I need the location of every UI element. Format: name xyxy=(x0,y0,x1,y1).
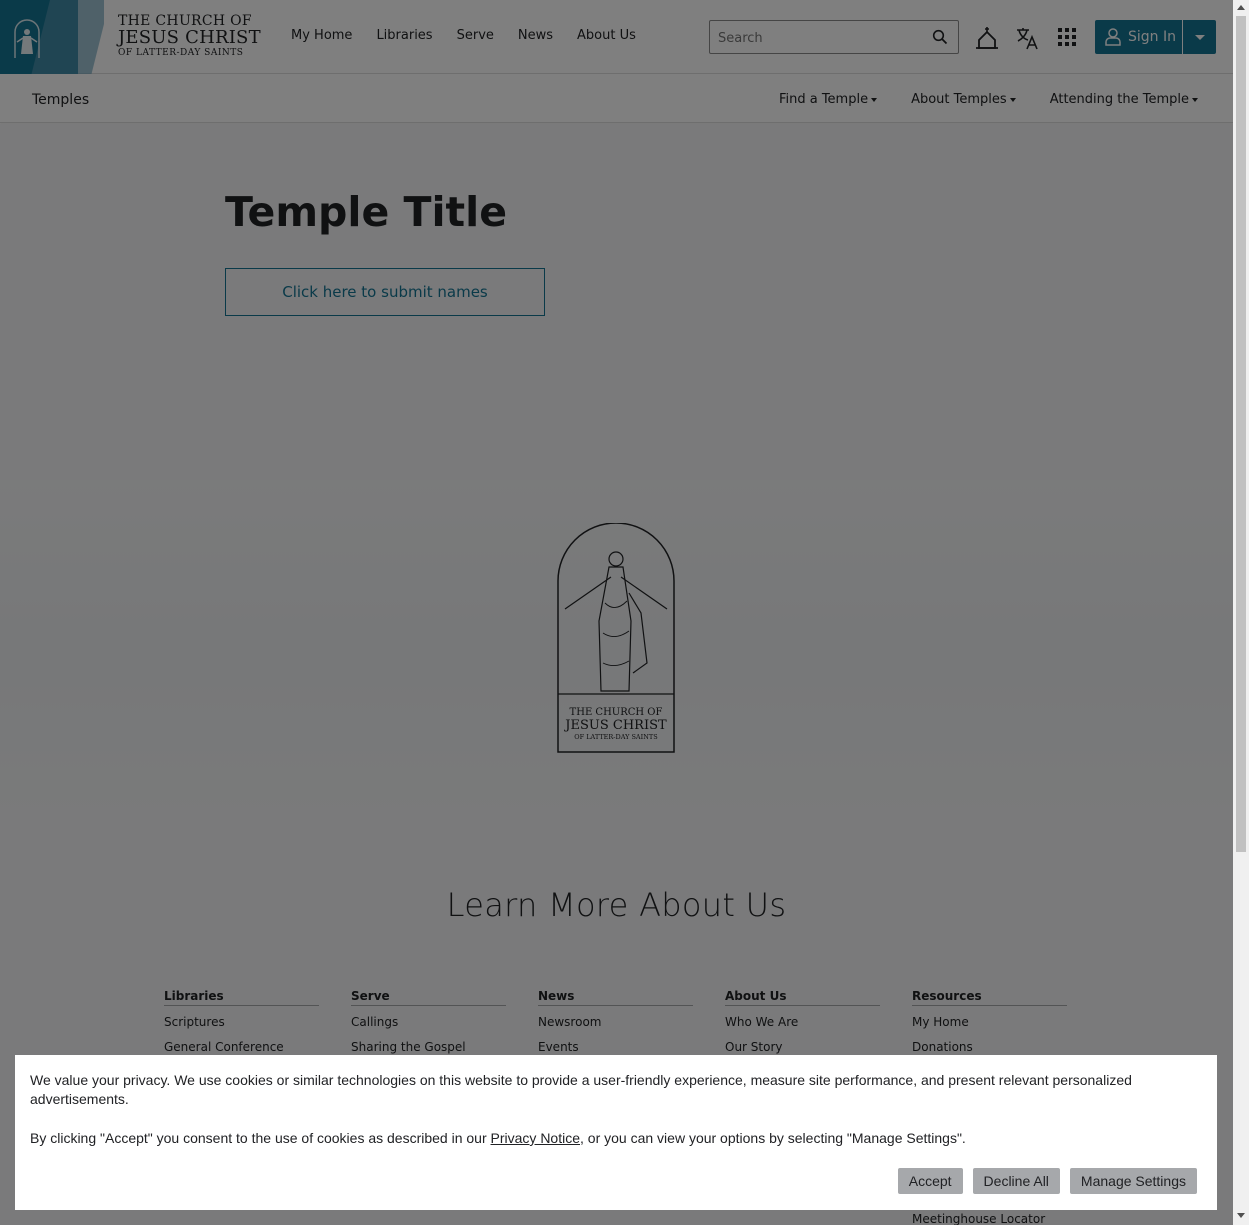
cookie-consent-banner: We value your privacy. We use cookies or… xyxy=(15,1055,1217,1210)
cookie-consent-text-end: , or you can view your options by select… xyxy=(580,1130,966,1146)
privacy-notice-link[interactable]: Privacy Notice xyxy=(491,1130,580,1146)
cookie-message: We value your privacy. We use cookies or… xyxy=(30,1072,1132,1107)
decline-all-button[interactable]: Decline All xyxy=(972,1168,1060,1194)
scroll-down-arrow-icon[interactable] xyxy=(1237,1213,1245,1218)
cookie-consent-text: By clicking "Accept" you consent to the … xyxy=(30,1129,966,1148)
cookie-buttons: Accept Decline All Manage Settings xyxy=(897,1168,1197,1194)
manage-settings-button[interactable]: Manage Settings xyxy=(1069,1168,1197,1194)
cookie-consent-text-start: By clicking "Accept" you consent to the … xyxy=(30,1130,491,1146)
accept-cookies-button[interactable]: Accept xyxy=(897,1168,963,1194)
scrollbar-thumb[interactable] xyxy=(1236,16,1246,852)
page-scrollbar[interactable] xyxy=(1233,0,1249,1225)
scroll-up-arrow-icon[interactable] xyxy=(1237,5,1245,10)
modal-overlay xyxy=(0,0,1249,1225)
